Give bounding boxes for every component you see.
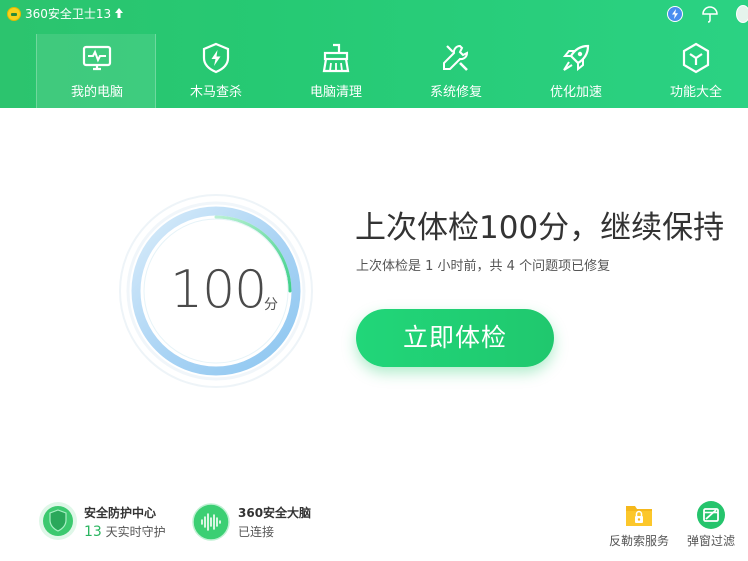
nav-label: 木马查杀 bbox=[189, 85, 242, 100]
score-value: 100 bbox=[170, 260, 267, 320]
nav-label: 电脑清理 bbox=[309, 85, 362, 100]
broom-icon bbox=[322, 43, 350, 73]
protection-days-text: 天实时守护 bbox=[105, 525, 166, 539]
avatar-icon bbox=[736, 5, 748, 23]
umbrella-icon bbox=[702, 6, 718, 23]
nav-label: 系统修复 bbox=[429, 85, 482, 100]
nav-my-computer[interactable]: 我的电脑 bbox=[36, 34, 156, 108]
skin-button[interactable] bbox=[700, 4, 720, 24]
protection-days-count: 13 bbox=[84, 524, 102, 540]
360-logo-icon bbox=[7, 7, 21, 21]
nav-all-features[interactable]: 功能大全 bbox=[636, 34, 748, 108]
nav-trojan-scan[interactable]: 木马查杀 bbox=[156, 34, 276, 108]
anti-ransomware-label: 反勒索服务 bbox=[608, 534, 669, 548]
nav-label: 我的电脑 bbox=[70, 85, 123, 100]
security-brain-title[interactable]: 360安全大脑 bbox=[238, 505, 311, 521]
score-unit: 分 bbox=[264, 297, 278, 313]
shield-bolt-icon bbox=[202, 42, 230, 74]
protection-center-title[interactable]: 安全防护中心 bbox=[84, 505, 156, 521]
top-header: 360安全卫士13 我的电脑 木马查杀 电脑清理 系统修复 优化加速 功能大全 bbox=[0, 0, 748, 108]
shield-check-icon[interactable] bbox=[38, 501, 78, 541]
folder-lock-icon bbox=[626, 506, 652, 526]
speed-button[interactable] bbox=[665, 4, 685, 24]
cube-icon bbox=[682, 42, 710, 74]
lightning-circle-icon bbox=[667, 6, 683, 22]
protection-days: 13 天实时守护 bbox=[84, 524, 166, 540]
app-title: 360安全卫士13 bbox=[25, 7, 112, 21]
nav-cleanup[interactable]: 电脑清理 bbox=[276, 34, 396, 108]
wrench-screwdriver-icon bbox=[443, 44, 469, 71]
security-brain-status: 已连接 bbox=[238, 525, 275, 539]
nav-label: 优化加速 bbox=[549, 85, 602, 100]
anti-ransomware-button[interactable]: 反勒索服务 bbox=[604, 500, 674, 552]
popup-filter-label: 弹窗过滤 bbox=[686, 534, 735, 548]
nav-speed-up[interactable]: 优化加速 bbox=[516, 34, 636, 108]
popup-filter-button[interactable]: 弹窗过滤 bbox=[676, 500, 746, 552]
title-bar: 360安全卫士13 bbox=[0, 0, 748, 28]
start-checkup-button[interactable]: 立即体检 bbox=[356, 309, 554, 367]
nav-system-repair[interactable]: 系统修复 bbox=[396, 34, 516, 108]
rocket-icon bbox=[562, 44, 590, 72]
user-avatar-button[interactable] bbox=[736, 4, 748, 24]
checkup-headline: 上次体检100分，继续保持 bbox=[355, 210, 725, 246]
main-nav: 我的电脑 木马查杀 电脑清理 系统修复 优化加速 功能大全 bbox=[0, 34, 748, 108]
popup-filter-icon bbox=[697, 501, 725, 529]
upgrade-arrow-icon[interactable] bbox=[113, 7, 125, 21]
sound-wave-icon[interactable] bbox=[191, 502, 231, 542]
checkup-subline: 上次体检是 1 小时前，共 4 个问题项已修复 bbox=[356, 259, 611, 274]
nav-label: 功能大全 bbox=[669, 85, 722, 100]
monitor-pulse-icon bbox=[82, 45, 112, 71]
